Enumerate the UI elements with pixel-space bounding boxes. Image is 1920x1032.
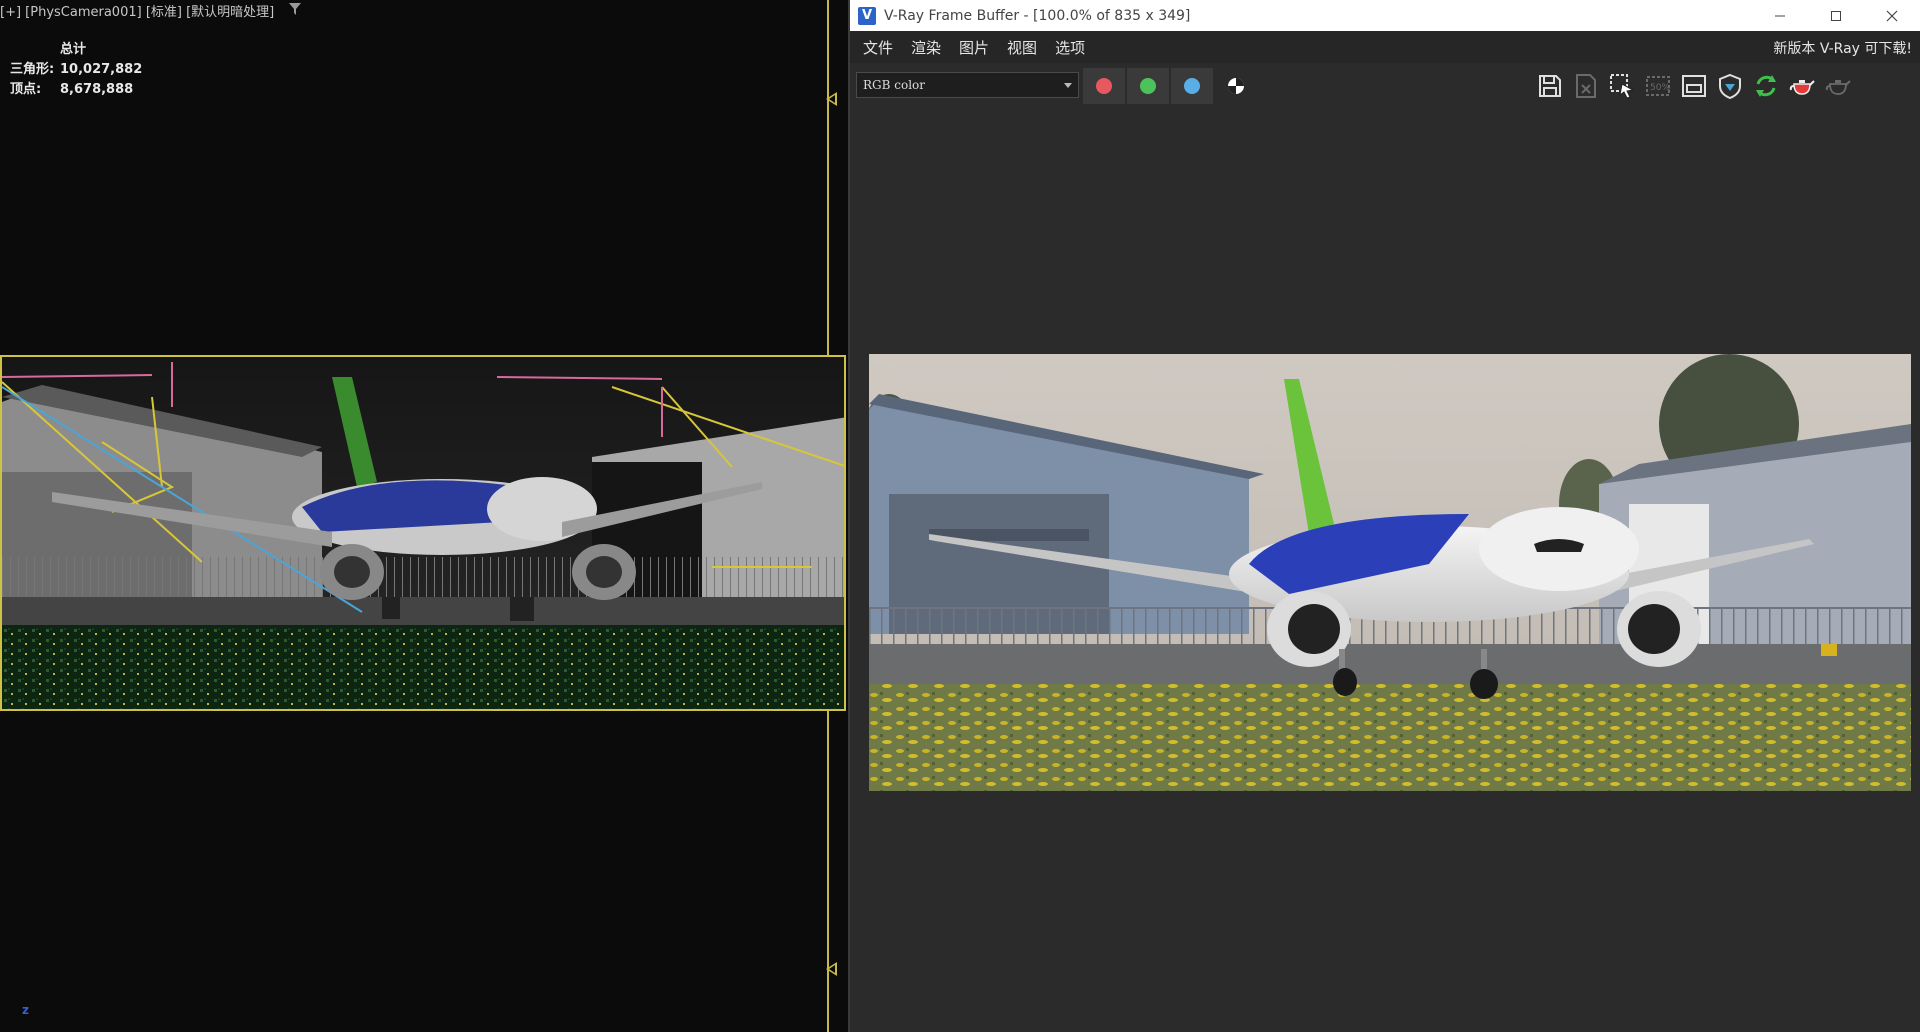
- axis-z-label: z: [22, 1003, 29, 1017]
- safe-frame-marker-bottom-icon: [826, 962, 837, 976]
- green-channel-icon: [1140, 78, 1156, 94]
- svg-text:50%: 50%: [1650, 83, 1670, 93]
- stats-title: 总计: [60, 42, 87, 57]
- compare-icon: 50%: [1646, 76, 1670, 96]
- vray-logo-icon: V: [858, 6, 876, 25]
- vray-frame-buffer-window: V V-Ray Frame Buffer - [100.0% of 835 x …: [850, 0, 1920, 1032]
- red-channel-icon: [1096, 78, 1112, 94]
- window-titlebar[interactable]: V V-Ray Frame Buffer - [100.0% of 835 x …: [850, 0, 1920, 31]
- safe-frame-marker-top-icon: [826, 92, 837, 106]
- camera-frame: [0, 355, 846, 711]
- viewport-label[interactable]: [+] [PhysCamera001] [标准] [默认明暗处理]: [0, 1, 302, 20]
- channel-select[interactable]: RGB color: [856, 72, 1079, 98]
- chevron-down-icon: [1064, 83, 1072, 88]
- screen: [+] [PhysCamera001] [标准] [默认明暗处理] 总计 三角形…: [0, 0, 1920, 1032]
- alpha-channel-icon: [1228, 78, 1244, 94]
- close-icon: [1886, 10, 1898, 21]
- clear-image-button[interactable]: [1570, 70, 1602, 102]
- minimize-button[interactable]: [1752, 0, 1808, 31]
- camera-viewport[interactable]: [+] [PhysCamera001] [标准] [默认明暗处理] 总计 三角形…: [0, 0, 848, 1032]
- menu-options[interactable]: 选项: [1046, 37, 1094, 58]
- viewport-label-text[interactable]: [+] [PhysCamera001] [标准] [默认明暗处理]: [0, 5, 274, 20]
- green-channel-button[interactable]: [1127, 68, 1169, 104]
- menu-render[interactable]: 渲染: [902, 37, 950, 58]
- clear-icon: [1576, 74, 1596, 98]
- region-select-icon: [1610, 74, 1635, 99]
- render-button[interactable]: [1786, 70, 1818, 102]
- teapot-icon: [1825, 80, 1851, 95]
- window-title: V-Ray Frame Buffer - [100.0% of 835 x 34…: [884, 7, 1191, 24]
- region-select-button[interactable]: [1606, 70, 1638, 102]
- lens-effects-button[interactable]: [1714, 70, 1746, 102]
- vertices-label: 顶点:: [10, 82, 42, 97]
- menu-image[interactable]: 图片: [950, 37, 998, 58]
- rendered-airplane-scene: [869, 354, 1911, 791]
- alpha-channel-button[interactable]: [1215, 68, 1257, 104]
- save-button[interactable]: [1534, 70, 1566, 102]
- refresh-button[interactable]: [1750, 70, 1782, 102]
- menu-view[interactable]: 视图: [998, 37, 1046, 58]
- triangles-label: 三角形:: [10, 62, 55, 77]
- close-button[interactable]: [1864, 0, 1920, 31]
- render-teapot-icon: [1789, 80, 1815, 95]
- minimize-icon: [1775, 15, 1785, 16]
- vfb-toolbar: RGB color 50%: [850, 66, 1920, 106]
- frame-icon: [1682, 75, 1706, 97]
- maximize-icon: [1831, 10, 1841, 21]
- rendered-image[interactable]: [869, 354, 1911, 791]
- scene-statistics: 总计 三角形: 10,027,882 顶点: 8,678,888: [10, 40, 142, 100]
- viewport-scene: [2, 357, 844, 709]
- lens-effects-icon: [1719, 73, 1741, 100]
- channel-select-value: RGB color: [863, 78, 925, 92]
- triangles-value: 10,027,882: [60, 62, 143, 77]
- compare-button[interactable]: 50%: [1642, 70, 1674, 102]
- save-icon: [1539, 75, 1561, 97]
- red-channel-button[interactable]: [1083, 68, 1125, 104]
- update-notice-link[interactable]: 新版本 V-Ray 可下载!: [1773, 38, 1912, 58]
- maximize-button[interactable]: [1808, 0, 1864, 31]
- vertices-value: 8,678,888: [60, 82, 134, 97]
- menu-file[interactable]: 文件: [854, 37, 902, 58]
- render-canvas[interactable]: [850, 106, 1920, 1032]
- menu-bar: 文件 渲染 图片 视图 选项 新版本 V-Ray 可下载!: [850, 31, 1920, 63]
- filter-icon[interactable]: [288, 2, 302, 19]
- blue-channel-button[interactable]: [1171, 68, 1213, 104]
- render-interactive-button[interactable]: [1822, 70, 1854, 102]
- frame-button[interactable]: [1678, 70, 1710, 102]
- blue-channel-icon: [1184, 78, 1200, 94]
- refresh-icon: [1756, 75, 1776, 97]
